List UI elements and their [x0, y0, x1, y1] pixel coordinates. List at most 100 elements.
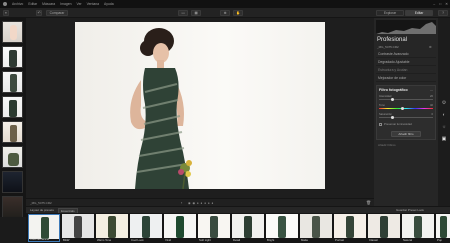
- toolbar: ≡ ↶ Comparar ▭ ▦ ⊕ ✋ Explorar Editar ?: [0, 8, 450, 18]
- file-name-label: _MG_5475.CR2: [30, 201, 52, 205]
- tool-icon-column: ⚙ ◐ ☼ ▣: [438, 18, 450, 206]
- intensity-label: Intensidad: [379, 95, 392, 98]
- image-canvas[interactable]: [26, 18, 374, 198]
- filter-color-enhancer[interactable]: Mejorador de color: [376, 75, 436, 82]
- filter-contrast[interactable]: Contraste Avanzado: [376, 51, 436, 58]
- film-thumb[interactable]: [2, 146, 23, 168]
- tab-explore-label: Explorar: [383, 11, 397, 15]
- film-thumb[interactable]: [2, 171, 23, 193]
- intensity-slider[interactable]: Intensidad 20: [379, 95, 433, 102]
- preset-item[interactable]: Detail: [232, 214, 264, 242]
- hue-knob[interactable]: [401, 107, 404, 110]
- preset-item[interactable]: Bright: [266, 214, 298, 242]
- preset-label: Bright: [267, 238, 275, 242]
- workspace-title[interactable]: Profesional: [377, 37, 407, 43]
- tab-explore[interactable]: Explorar: [376, 10, 404, 16]
- layers-icon[interactable]: ⚙: [440, 100, 448, 106]
- preset-item[interactable]: Color Enhancer: [28, 214, 60, 242]
- film-thumb[interactable]: [2, 46, 23, 68]
- preset-item[interactable]: Natural: [402, 214, 434, 242]
- menu-item-image[interactable]: Imagen: [60, 2, 71, 6]
- menu-item-edit[interactable]: Editar: [28, 2, 37, 6]
- preset-category-bar: Layout de presets Essentials Guardar Pre…: [26, 206, 450, 215]
- preset-category-label[interactable]: Layout de presets: [30, 208, 54, 212]
- saturation-slider[interactable]: Saturación 0: [379, 113, 433, 120]
- menu-item-mask[interactable]: Máscara: [42, 2, 55, 6]
- film-thumb[interactable]: [2, 21, 23, 43]
- preset-label: B&W: [63, 238, 70, 242]
- menu-icon[interactable]: ≡: [3, 10, 9, 16]
- preset-item[interactable]: Vivid: [164, 214, 196, 242]
- preset-item[interactable]: Warm Tone: [96, 214, 128, 242]
- section-menu-icon[interactable]: ⋯: [430, 88, 433, 92]
- panel-settings-icon[interactable]: ⚙: [429, 45, 432, 49]
- filter-contrast-label: Contraste Avanzado: [378, 52, 409, 56]
- preset-item[interactable]: B&W: [62, 214, 94, 242]
- preserve-luminosity-checkbox[interactable]: [379, 123, 382, 126]
- prev-image-icon[interactable]: ‹: [181, 200, 182, 205]
- add-filters-footer[interactable]: Añadir Filtros: [378, 143, 396, 147]
- preset-item[interactable]: Portrait: [334, 214, 366, 242]
- view-single-icon[interactable]: ▭: [178, 10, 188, 16]
- view-grid-icon[interactable]: ▦: [191, 10, 201, 16]
- hue-label: Tono: [379, 104, 385, 107]
- trash-icon[interactable]: 🗑: [366, 200, 371, 205]
- menu-bar: Archivo Editar Máscara Imagen Ver Ventan…: [0, 0, 450, 8]
- intensity-knob[interactable]: [391, 98, 394, 101]
- film-thumb[interactable]: [2, 196, 23, 217]
- photo-filter-title: Filtro fotográfico: [379, 88, 408, 92]
- preset-label: Color Enhancer: [30, 237, 50, 241]
- preset-item[interactable]: Cool Look: [130, 214, 162, 242]
- canvas-navbar: _MG_5475.CR2 ‹ ◉ ◉ ● ● ● ● ● 🗑: [26, 198, 374, 206]
- presets-icon[interactable]: ▣: [440, 136, 448, 142]
- close-icon[interactable]: ✕: [445, 2, 448, 6]
- adjustments-panel: Profesional _MG_5475.CR2 ⚙ Contraste Ava…: [374, 18, 438, 206]
- hue-slider[interactable]: Tono 40: [379, 104, 433, 111]
- menu-item-window[interactable]: Ventana: [87, 2, 99, 6]
- compare-label: Comparar: [49, 11, 65, 15]
- compare-button[interactable]: Comparar: [46, 10, 68, 16]
- adjust-icon[interactable]: ☼: [440, 124, 448, 130]
- filter-gradient-label: Degradado Ajustable: [378, 60, 410, 64]
- preset-label: Soft Light: [199, 238, 211, 242]
- preset-strip: Color Enhancer B&W Warm Tone Cool Look V…: [26, 213, 450, 243]
- zoom-icon[interactable]: ⊕: [220, 10, 230, 16]
- saturation-label: Saturación: [379, 113, 392, 116]
- photo-filter-section: Filtro fotográfico ⋯ Intensidad 20 Tono …: [376, 85, 436, 140]
- preset-label: Natural: [403, 238, 413, 242]
- preset-item[interactable]: Soft Light: [198, 214, 230, 242]
- film-thumb[interactable]: [2, 96, 23, 118]
- menu-item-file[interactable]: Archivo: [12, 2, 23, 6]
- menu-item-help[interactable]: Ayuda: [104, 2, 114, 6]
- app-logo-icon: [3, 2, 7, 6]
- preset-label: Portrait: [335, 238, 345, 242]
- preset-item[interactable]: Pop: [436, 214, 450, 242]
- filter-structure-label: Estructura y Acutan: [378, 68, 408, 72]
- saturation-knob[interactable]: [391, 116, 394, 119]
- panel-file-name: _MG_5475.CR2: [377, 45, 399, 49]
- histogram: [376, 20, 436, 34]
- main-photo: [75, 22, 325, 189]
- hand-icon[interactable]: ✋: [233, 10, 243, 16]
- filter-gradient[interactable]: Degradado Ajustable: [376, 59, 436, 66]
- maximize-icon[interactable]: □: [439, 2, 441, 6]
- minimize-icon[interactable]: –: [433, 2, 435, 6]
- filmstrip: [0, 18, 26, 217]
- filter-structure[interactable]: Estructura y Acutan: [376, 67, 436, 74]
- image-dots[interactable]: ◉ ◉ ● ● ● ● ●: [188, 201, 214, 205]
- film-thumb[interactable]: [2, 71, 23, 93]
- menu-item-view[interactable]: Ver: [77, 2, 82, 6]
- preset-label: Classic: [369, 238, 379, 242]
- preset-item[interactable]: Classic: [368, 214, 400, 242]
- save-preset-link[interactable]: Guardar Preset Look: [396, 208, 424, 212]
- tab-edit[interactable]: Editar: [405, 10, 433, 16]
- help-icon[interactable]: ?: [438, 10, 448, 16]
- preset-label: Matte: [301, 238, 308, 242]
- undo-icon[interactable]: ↶: [36, 10, 42, 16]
- film-thumb[interactable]: [2, 121, 23, 143]
- filter-color-enhancer-label: Mejorador de color: [378, 76, 407, 80]
- preset-item[interactable]: Matte: [300, 214, 332, 242]
- add-filter-label: Añadir filtro: [398, 132, 414, 136]
- masking-icon[interactable]: ◐: [440, 112, 448, 118]
- add-filter-button[interactable]: Añadir filtro: [391, 131, 421, 137]
